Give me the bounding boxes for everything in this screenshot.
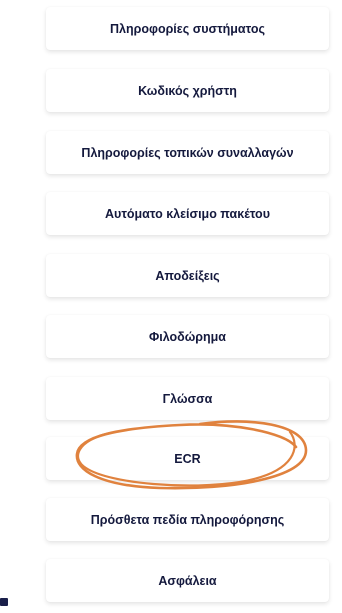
menu-item-label: Κωδικός χρήστη [138, 83, 237, 98]
menu-item-local-transactions-info[interactable]: Πληροφορίες τοπικών συναλλαγών [46, 131, 329, 174]
menu-item-receipts[interactable]: Αποδείξεις [46, 254, 329, 297]
menu-item-additional-info-fields[interactable]: Πρόσθετα πεδία πληροφόρησης [46, 498, 329, 541]
menu-item-label: Γλώσσα [162, 391, 213, 406]
menu-item-tip[interactable]: Φιλοδώρημα [46, 315, 329, 358]
menu-item-security[interactable]: Ασφάλεια [46, 559, 329, 602]
menu-item-label: Αυτόματο κλείσιμο πακέτου [105, 206, 270, 221]
menu-item-label: Πληροφορίες τοπικών συναλλαγών [81, 145, 294, 160]
menu-item-system-info[interactable]: Πληροφορίες συστήματος [46, 7, 329, 50]
menu-item-user-code[interactable]: Κωδικός χρήστη [46, 69, 329, 112]
menu-item-language[interactable]: Γλώσσα [46, 377, 329, 420]
edge-glyph [0, 598, 8, 606]
menu-item-label: Πρόσθετα πεδία πληροφόρησης [90, 512, 285, 527]
menu-item-label: Πληροφορίες συστήματος [110, 21, 265, 36]
menu-item-auto-batch-close[interactable]: Αυτόματο κλείσιμο πακέτου [46, 192, 329, 235]
settings-menu: Πληροφορίες συστήματος Κωδικός χρήστη Πλ… [0, 0, 342, 613]
menu-item-label: Αποδείξεις [155, 268, 220, 283]
menu-item-label: Ασφάλεια [158, 573, 217, 588]
menu-item-label: Φιλοδώρημα [148, 329, 226, 344]
menu-item-label: ECR [174, 451, 201, 466]
menu-item-ecr[interactable]: ECR [46, 437, 329, 480]
